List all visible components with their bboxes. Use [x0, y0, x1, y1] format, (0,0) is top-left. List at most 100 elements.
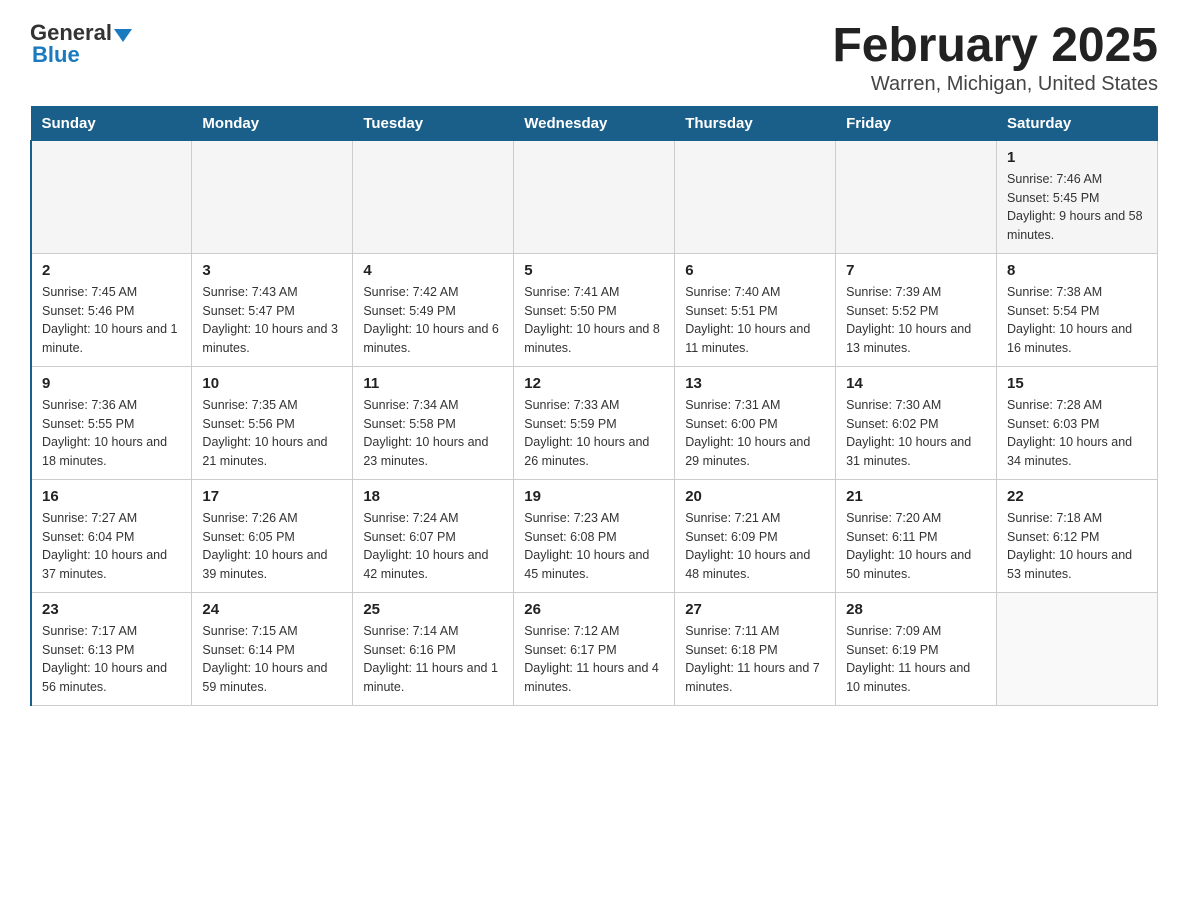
day-info: Sunrise: 7:20 AMSunset: 6:11 PMDaylight:…	[846, 509, 986, 584]
calendar-cell: 23 Sunrise: 7:17 AMSunset: 6:13 PMDaylig…	[31, 592, 192, 705]
page-title: February 2025	[832, 20, 1158, 73]
day-info: Sunrise: 7:24 AMSunset: 6:07 PMDaylight:…	[363, 509, 503, 584]
day-number: 3	[202, 262, 342, 279]
day-info: Sunrise: 7:36 AMSunset: 5:55 PMDaylight:…	[42, 396, 181, 471]
page-subtitle: Warren, Michigan, United States	[832, 73, 1158, 96]
day-number: 25	[363, 601, 503, 618]
day-info: Sunrise: 7:09 AMSunset: 6:19 PMDaylight:…	[846, 622, 986, 697]
header-wednesday: Wednesday	[514, 106, 675, 140]
header-sunday: Sunday	[31, 106, 192, 140]
day-number: 23	[42, 601, 181, 618]
calendar-cell: 2 Sunrise: 7:45 AMSunset: 5:46 PMDayligh…	[31, 253, 192, 366]
calendar-cell: 22 Sunrise: 7:18 AMSunset: 6:12 PMDaylig…	[997, 479, 1158, 592]
day-number: 5	[524, 262, 664, 279]
day-number: 4	[363, 262, 503, 279]
day-info: Sunrise: 7:27 AMSunset: 6:04 PMDaylight:…	[42, 509, 181, 584]
calendar-cell: 15 Sunrise: 7:28 AMSunset: 6:03 PMDaylig…	[997, 366, 1158, 479]
day-number: 28	[846, 601, 986, 618]
calendar-cell: 3 Sunrise: 7:43 AMSunset: 5:47 PMDayligh…	[192, 253, 353, 366]
day-number: 6	[685, 262, 825, 279]
day-info: Sunrise: 7:34 AMSunset: 5:58 PMDaylight:…	[363, 396, 503, 471]
day-info: Sunrise: 7:15 AMSunset: 6:14 PMDaylight:…	[202, 622, 342, 697]
logo-blue-text: Blue	[32, 42, 80, 68]
calendar-cell: 13 Sunrise: 7:31 AMSunset: 6:00 PMDaylig…	[675, 366, 836, 479]
day-number: 20	[685, 488, 825, 505]
day-info: Sunrise: 7:41 AMSunset: 5:50 PMDaylight:…	[524, 283, 664, 358]
day-number: 13	[685, 375, 825, 392]
calendar-cell	[31, 140, 192, 253]
day-number: 22	[1007, 488, 1147, 505]
calendar-week-row: 2 Sunrise: 7:45 AMSunset: 5:46 PMDayligh…	[31, 253, 1158, 366]
calendar-cell: 27 Sunrise: 7:11 AMSunset: 6:18 PMDaylig…	[675, 592, 836, 705]
day-number: 19	[524, 488, 664, 505]
day-info: Sunrise: 7:39 AMSunset: 5:52 PMDaylight:…	[846, 283, 986, 358]
day-number: 1	[1007, 149, 1147, 166]
calendar-cell: 21 Sunrise: 7:20 AMSunset: 6:11 PMDaylig…	[836, 479, 997, 592]
calendar-cell: 8 Sunrise: 7:38 AMSunset: 5:54 PMDayligh…	[997, 253, 1158, 366]
day-number: 9	[42, 375, 181, 392]
calendar-cell: 7 Sunrise: 7:39 AMSunset: 5:52 PMDayligh…	[836, 253, 997, 366]
calendar-cell: 1 Sunrise: 7:46 AMSunset: 5:45 PMDayligh…	[997, 140, 1158, 253]
calendar-cell	[836, 140, 997, 253]
header-saturday: Saturday	[997, 106, 1158, 140]
day-number: 18	[363, 488, 503, 505]
header-monday: Monday	[192, 106, 353, 140]
day-number: 21	[846, 488, 986, 505]
day-info: Sunrise: 7:12 AMSunset: 6:17 PMDaylight:…	[524, 622, 664, 697]
day-info: Sunrise: 7:35 AMSunset: 5:56 PMDaylight:…	[202, 396, 342, 471]
day-info: Sunrise: 7:21 AMSunset: 6:09 PMDaylight:…	[685, 509, 825, 584]
calendar-header-row: Sunday Monday Tuesday Wednesday Thursday…	[31, 106, 1158, 140]
calendar-cell: 19 Sunrise: 7:23 AMSunset: 6:08 PMDaylig…	[514, 479, 675, 592]
day-info: Sunrise: 7:33 AMSunset: 5:59 PMDaylight:…	[524, 396, 664, 471]
day-number: 24	[202, 601, 342, 618]
day-info: Sunrise: 7:18 AMSunset: 6:12 PMDaylight:…	[1007, 509, 1147, 584]
day-number: 2	[42, 262, 181, 279]
day-info: Sunrise: 7:23 AMSunset: 6:08 PMDaylight:…	[524, 509, 664, 584]
calendar-week-row: 9 Sunrise: 7:36 AMSunset: 5:55 PMDayligh…	[31, 366, 1158, 479]
day-number: 14	[846, 375, 986, 392]
title-block: February 2025 Warren, Michigan, United S…	[832, 20, 1158, 96]
day-info: Sunrise: 7:14 AMSunset: 6:16 PMDaylight:…	[363, 622, 503, 697]
calendar-cell: 16 Sunrise: 7:27 AMSunset: 6:04 PMDaylig…	[31, 479, 192, 592]
day-number: 15	[1007, 375, 1147, 392]
calendar-week-row: 23 Sunrise: 7:17 AMSunset: 6:13 PMDaylig…	[31, 592, 1158, 705]
header-friday: Friday	[836, 106, 997, 140]
calendar-cell: 6 Sunrise: 7:40 AMSunset: 5:51 PMDayligh…	[675, 253, 836, 366]
calendar-table: Sunday Monday Tuesday Wednesday Thursday…	[30, 106, 1158, 706]
day-info: Sunrise: 7:26 AMSunset: 6:05 PMDaylight:…	[202, 509, 342, 584]
day-info: Sunrise: 7:38 AMSunset: 5:54 PMDaylight:…	[1007, 283, 1147, 358]
day-number: 26	[524, 601, 664, 618]
calendar-cell: 20 Sunrise: 7:21 AMSunset: 6:09 PMDaylig…	[675, 479, 836, 592]
calendar-week-row: 16 Sunrise: 7:27 AMSunset: 6:04 PMDaylig…	[31, 479, 1158, 592]
day-number: 16	[42, 488, 181, 505]
calendar-cell: 11 Sunrise: 7:34 AMSunset: 5:58 PMDaylig…	[353, 366, 514, 479]
calendar-cell: 17 Sunrise: 7:26 AMSunset: 6:05 PMDaylig…	[192, 479, 353, 592]
day-number: 10	[202, 375, 342, 392]
day-info: Sunrise: 7:28 AMSunset: 6:03 PMDaylight:…	[1007, 396, 1147, 471]
day-info: Sunrise: 7:30 AMSunset: 6:02 PMDaylight:…	[846, 396, 986, 471]
calendar-cell: 25 Sunrise: 7:14 AMSunset: 6:16 PMDaylig…	[353, 592, 514, 705]
calendar-cell: 28 Sunrise: 7:09 AMSunset: 6:19 PMDaylig…	[836, 592, 997, 705]
logo: General Blue	[30, 20, 132, 68]
calendar-cell: 9 Sunrise: 7:36 AMSunset: 5:55 PMDayligh…	[31, 366, 192, 479]
calendar-cell: 10 Sunrise: 7:35 AMSunset: 5:56 PMDaylig…	[192, 366, 353, 479]
day-info: Sunrise: 7:46 AMSunset: 5:45 PMDaylight:…	[1007, 170, 1147, 245]
calendar-cell: 5 Sunrise: 7:41 AMSunset: 5:50 PMDayligh…	[514, 253, 675, 366]
day-number: 7	[846, 262, 986, 279]
calendar-cell: 4 Sunrise: 7:42 AMSunset: 5:49 PMDayligh…	[353, 253, 514, 366]
day-info: Sunrise: 7:11 AMSunset: 6:18 PMDaylight:…	[685, 622, 825, 697]
day-info: Sunrise: 7:40 AMSunset: 5:51 PMDaylight:…	[685, 283, 825, 358]
day-info: Sunrise: 7:31 AMSunset: 6:00 PMDaylight:…	[685, 396, 825, 471]
calendar-cell: 26 Sunrise: 7:12 AMSunset: 6:17 PMDaylig…	[514, 592, 675, 705]
day-number: 27	[685, 601, 825, 618]
day-info: Sunrise: 7:43 AMSunset: 5:47 PMDaylight:…	[202, 283, 342, 358]
header-tuesday: Tuesday	[353, 106, 514, 140]
header-thursday: Thursday	[675, 106, 836, 140]
calendar-cell	[675, 140, 836, 253]
day-number: 12	[524, 375, 664, 392]
page-header: General Blue February 2025 Warren, Michi…	[30, 20, 1158, 96]
calendar-cell	[353, 140, 514, 253]
calendar-cell: 24 Sunrise: 7:15 AMSunset: 6:14 PMDaylig…	[192, 592, 353, 705]
calendar-cell: 14 Sunrise: 7:30 AMSunset: 6:02 PMDaylig…	[836, 366, 997, 479]
day-number: 8	[1007, 262, 1147, 279]
